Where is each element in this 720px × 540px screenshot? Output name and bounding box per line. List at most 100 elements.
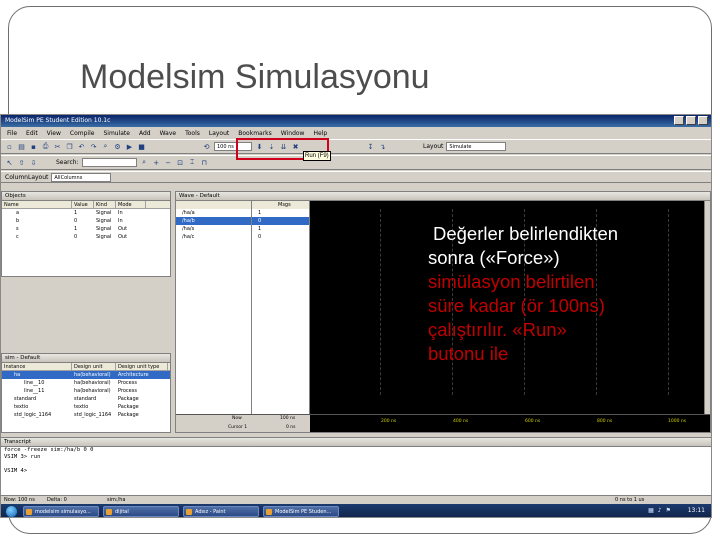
sim-row[interactable]: line__10 ha(behavioral) Process (2, 379, 170, 387)
menu-window[interactable]: Window (281, 130, 305, 137)
wave-signal-names: /ha/a /ha/b /ha/s /ha/c (176, 201, 252, 432)
statusbar: Now: 100 ns Delta: 0 sim:/ha 0 ns to 1 u… (1, 495, 711, 504)
cut-icon[interactable]: ✂ (53, 142, 62, 151)
tick-label: 200 ns (381, 419, 397, 424)
run-tooltip: Run (F9) (303, 151, 331, 161)
step-icon[interactable]: ↧ (366, 142, 375, 151)
go-down-icon[interactable]: ⇩ (29, 158, 38, 167)
menu-wave[interactable]: Wave (160, 130, 176, 137)
sim-row[interactable]: ha ha(behavioral) Architecture (2, 371, 170, 379)
wave-value: 1 (258, 210, 262, 216)
menu-compile[interactable]: Compile (70, 130, 95, 137)
sim-col-instance[interactable]: Instance (2, 363, 72, 370)
wave-signal-row[interactable]: /ha/s (176, 225, 251, 233)
menu-edit[interactable]: Edit (26, 130, 38, 137)
restart-icon[interactable]: ⟲ (202, 142, 211, 151)
arrow-icon[interactable]: ↖ (5, 158, 14, 167)
open-folder-icon[interactable]: ▤ (17, 142, 26, 151)
save-icon[interactable]: ▪ (29, 142, 38, 151)
search-label: Search: (56, 159, 79, 166)
search-icon[interactable]: ⌕ (140, 158, 149, 167)
wave-signal-row[interactable]: /ha/a (176, 209, 251, 217)
redo-icon[interactable]: ↷ (89, 142, 98, 151)
sim-col-design-unit[interactable]: Design unit (72, 363, 116, 370)
transcript-line: force -freeze sim:/ha/b 0 0 (4, 447, 94, 453)
transcript-title: Transcript (1, 438, 711, 447)
callout-text: �Değerler belirlendikten sonra («Force»)… (414, 222, 676, 366)
break-icon[interactable]: ■ (137, 142, 146, 151)
menu-layout[interactable]: Layout (209, 130, 229, 137)
edge-icon[interactable]: ⊓ (200, 158, 209, 167)
start-button[interactable] (5, 505, 18, 517)
wave-scrollbar[interactable] (704, 201, 710, 432)
objects-column-header: Name Value Kind Mode (2, 201, 170, 209)
taskbar-clock[interactable]: 13:11 (688, 507, 705, 514)
zoom-full-icon[interactable]: ⊡ (176, 158, 185, 167)
menu-bookmarks[interactable]: Bookmarks (238, 130, 272, 137)
tick-label: 800 ns (597, 419, 613, 424)
wave-signal-values: Msgs 1 0 1 0 (252, 201, 310, 432)
copy-icon[interactable]: ❐ (65, 142, 74, 151)
tick-label: 400 ns (453, 419, 469, 424)
taskbar-item[interactable]: modelsim simulasyo... (23, 506, 99, 517)
object-row[interactable]: a 1 Signal In (2, 209, 170, 217)
taskbar-item[interactable]: ModelSim PE Studen... (263, 506, 339, 517)
layout-select[interactable]: Simulate (446, 142, 507, 151)
objects-col-kind[interactable]: Kind (94, 201, 116, 208)
menu-tools[interactable]: Tools (185, 130, 200, 137)
flag-icon[interactable]: ⚑ (666, 507, 671, 514)
transcript-line (1, 461, 711, 468)
go-up-icon[interactable]: ⇧ (17, 158, 26, 167)
print-icon[interactable]: ⎙ (41, 142, 50, 151)
sim-pane-title: sim - Default (2, 354, 170, 363)
wave-pane-title: Wave - Default (176, 192, 710, 201)
sim-row[interactable]: line__11 ha(behavioral) Process (2, 387, 170, 395)
powerpoint-icon (26, 509, 32, 515)
gridline (380, 209, 381, 395)
wave-signal-row[interactable]: /ha/c (176, 233, 251, 241)
objects-col-name[interactable]: Name (2, 201, 72, 208)
wave-signal-row[interactable]: /ha/b (176, 217, 251, 225)
zoom-in-icon[interactable]: + (152, 158, 161, 167)
folder-icon (106, 509, 112, 515)
menu-add[interactable]: Add (139, 130, 151, 137)
minimize-button[interactable] (674, 116, 684, 125)
menu-help[interactable]: Help (313, 130, 327, 137)
network-icon[interactable]: ▦ (648, 507, 654, 514)
menu-file[interactable]: File (7, 130, 17, 137)
maximize-button[interactable] (686, 116, 696, 125)
callout-line: simülasyon belirtilen (428, 271, 595, 292)
find-icon[interactable]: ⌕ (101, 142, 110, 151)
object-row[interactable]: c 0 Signal Out (2, 233, 170, 241)
now-label: Now (232, 416, 242, 421)
transcript-pane[interactable]: Transcript force -freeze sim:/ha/b 0 0 V… (1, 437, 711, 495)
undo-icon[interactable]: ↶ (77, 142, 86, 151)
column-layout-bar: ColumnLayout AllColumns (1, 171, 711, 183)
cursor-label: Cursor 1 (228, 425, 248, 430)
sim-row[interactable]: textio textio Package (2, 403, 170, 411)
menu-view[interactable]: View (47, 130, 61, 137)
volume-icon[interactable]: ♪ (658, 507, 662, 514)
taskbar-item[interactable]: dijital (103, 506, 179, 517)
compile-icon[interactable]: ⚙ (113, 142, 122, 151)
sim-row[interactable]: standard standard Package (2, 395, 170, 403)
objects-col-value[interactable]: Value (72, 201, 94, 208)
step-over-icon[interactable]: ↴ (378, 142, 387, 151)
column-layout-select[interactable]: AllColumns (51, 172, 112, 182)
simulate-icon[interactable]: ▶ (125, 142, 134, 151)
object-row[interactable]: b 0 Signal In (2, 217, 170, 225)
zoom-out-icon[interactable]: − (164, 158, 173, 167)
wave-timeline: Now 100 ns Cursor 1 0 ns 200 ns 400 ns 6… (176, 414, 710, 432)
sim-row[interactable]: std_logic_1164 std_logic_1164 Package (2, 411, 170, 419)
close-button[interactable] (698, 116, 708, 125)
object-row[interactable]: s 1 Signal Out (2, 225, 170, 233)
window-controls (674, 116, 708, 125)
slide-title: Modelsim Simulasyonu (80, 58, 430, 96)
sim-col-unit-type[interactable]: Design unit type (116, 363, 168, 370)
taskbar-item[interactable]: Adsız - Paint (183, 506, 259, 517)
search-input[interactable] (81, 158, 137, 167)
new-file-icon[interactable]: ▫ (5, 142, 14, 151)
menu-simulate[interactable]: Simulate (103, 130, 130, 137)
wave-cursor-icon[interactable]: ⌶ (188, 158, 197, 167)
objects-col-mode[interactable]: Mode (116, 201, 146, 208)
